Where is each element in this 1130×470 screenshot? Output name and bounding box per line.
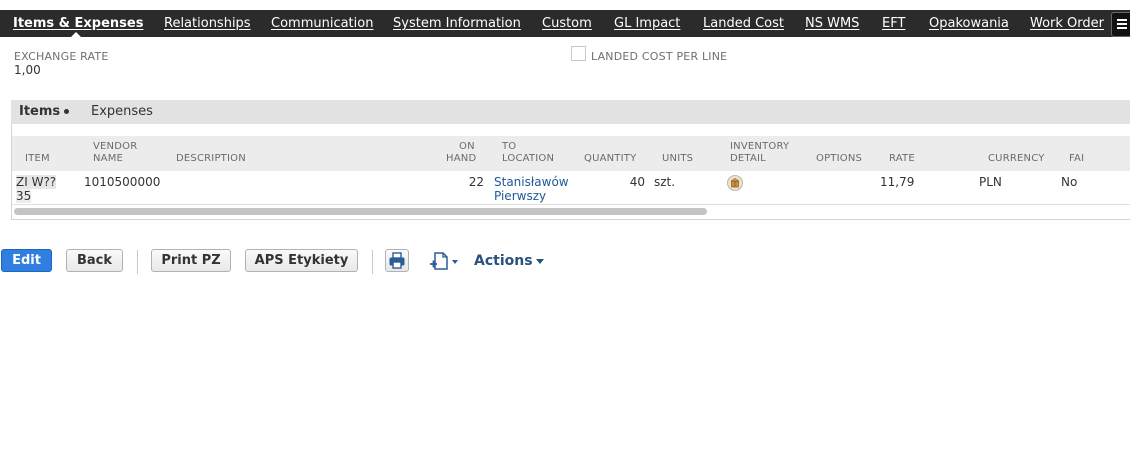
aps-etykiety-button[interactable]: APS Etykiety — [245, 249, 358, 272]
row-divider — [12, 204, 1130, 205]
print-pz-button[interactable]: Print PZ — [151, 249, 231, 272]
tab-opakowania[interactable]: Opakowania — [929, 10, 1009, 37]
actions-label: Actions — [474, 253, 533, 269]
printer-icon — [389, 252, 405, 269]
tab-system-information[interactable]: System Information — [393, 10, 521, 37]
subtab-items[interactable]: Items — [19, 104, 70, 119]
menu-icon[interactable] — [1111, 12, 1130, 37]
col-item: ITEM — [25, 153, 50, 164]
col-options: OPTIONS — [816, 153, 863, 164]
active-dot-icon — [64, 109, 70, 114]
to-location-link-line2[interactable]: Pierwszy — [494, 189, 546, 203]
landed-cost-per-line-label: LANDED COST PER LINE — [591, 50, 728, 63]
subtab-expenses[interactable]: Expenses — [91, 104, 153, 119]
col-inventory-detail-2: DETAIL — [730, 153, 766, 164]
col-units: UNITS — [662, 153, 694, 164]
new-document-button[interactable] — [428, 250, 462, 272]
tab-relationships[interactable]: Relationships — [164, 10, 251, 37]
print-button[interactable] — [385, 249, 409, 272]
chevron-down-icon — [535, 258, 544, 264]
item-cell-line2: 35 — [16, 189, 32, 203]
table-header: ITEM VENDOR NAME DESCRIPTION ON HAND TO … — [12, 136, 1130, 171]
table-row[interactable]: ZI W?? 35 1010500000 22 Stanisławów Pier… — [12, 172, 1130, 204]
actions-menu[interactable]: Actions — [474, 253, 544, 269]
col-vendor-name-2: NAME — [93, 153, 124, 164]
landed-cost-per-line-checkbox[interactable] — [571, 46, 586, 61]
tab-ns-wms[interactable]: NS WMS — [805, 10, 859, 37]
col-vendor-name-1: VENDOR — [93, 141, 138, 152]
on-hand-cell: 22 — [468, 175, 484, 189]
tab-custom[interactable]: Custom — [542, 10, 592, 37]
units-cell: szt. — [654, 175, 676, 189]
active-tab-indicator — [70, 32, 82, 38]
col-inventory-detail-1: INVENTORY — [730, 141, 790, 152]
col-to-location-2: LOCATION — [502, 153, 555, 164]
rate-cell: 11,79 — [880, 175, 915, 189]
col-to-location-1: TO — [502, 141, 517, 152]
tab-eft[interactable]: EFT — [882, 10, 905, 37]
col-on-hand-1: ON — [459, 141, 475, 152]
back-button[interactable]: Back — [66, 249, 123, 272]
tab-gl-impact[interactable]: GL Impact — [614, 10, 680, 37]
horizontal-scrollbar[interactable] — [14, 208, 707, 215]
tab-communication[interactable]: Communication — [271, 10, 373, 37]
new-document-icon — [430, 252, 458, 270]
col-on-hand-2: HAND — [446, 153, 477, 164]
record-tab-bar: Items & Expenses Relationships Communica… — [0, 10, 1130, 38]
button-separator — [137, 250, 138, 274]
subtab-items-label: Items — [19, 104, 61, 119]
edit-button[interactable]: Edit — [1, 249, 52, 272]
col-fai: FAI — [1069, 153, 1085, 164]
vendor-name-cell: 1010500000 — [84, 175, 161, 189]
col-description: DESCRIPTION — [176, 153, 246, 164]
item-cell-line1: ZI W?? — [16, 175, 57, 189]
col-currency: CURRENCY — [988, 153, 1045, 164]
to-location-link-line1[interactable]: Stanisławów — [494, 175, 569, 189]
currency-cell: PLN — [979, 175, 1002, 189]
fai-cell: No — [1061, 175, 1078, 189]
exchange-rate-label: EXCHANGE RATE — [14, 50, 109, 63]
sublist-tabs: Items Expenses — [11, 100, 1130, 124]
inventory-detail-icon[interactable] — [727, 175, 743, 191]
exchange-rate-value: 1,00 — [14, 63, 41, 77]
tab-work-order[interactable]: Work Order — [1030, 10, 1104, 37]
quantity-cell: 40 — [629, 175, 645, 189]
button-separator — [372, 250, 373, 274]
col-rate: RATE — [889, 153, 915, 164]
col-quantity: QUANTITY — [584, 153, 637, 164]
tab-landed-cost[interactable]: Landed Cost — [703, 10, 784, 37]
